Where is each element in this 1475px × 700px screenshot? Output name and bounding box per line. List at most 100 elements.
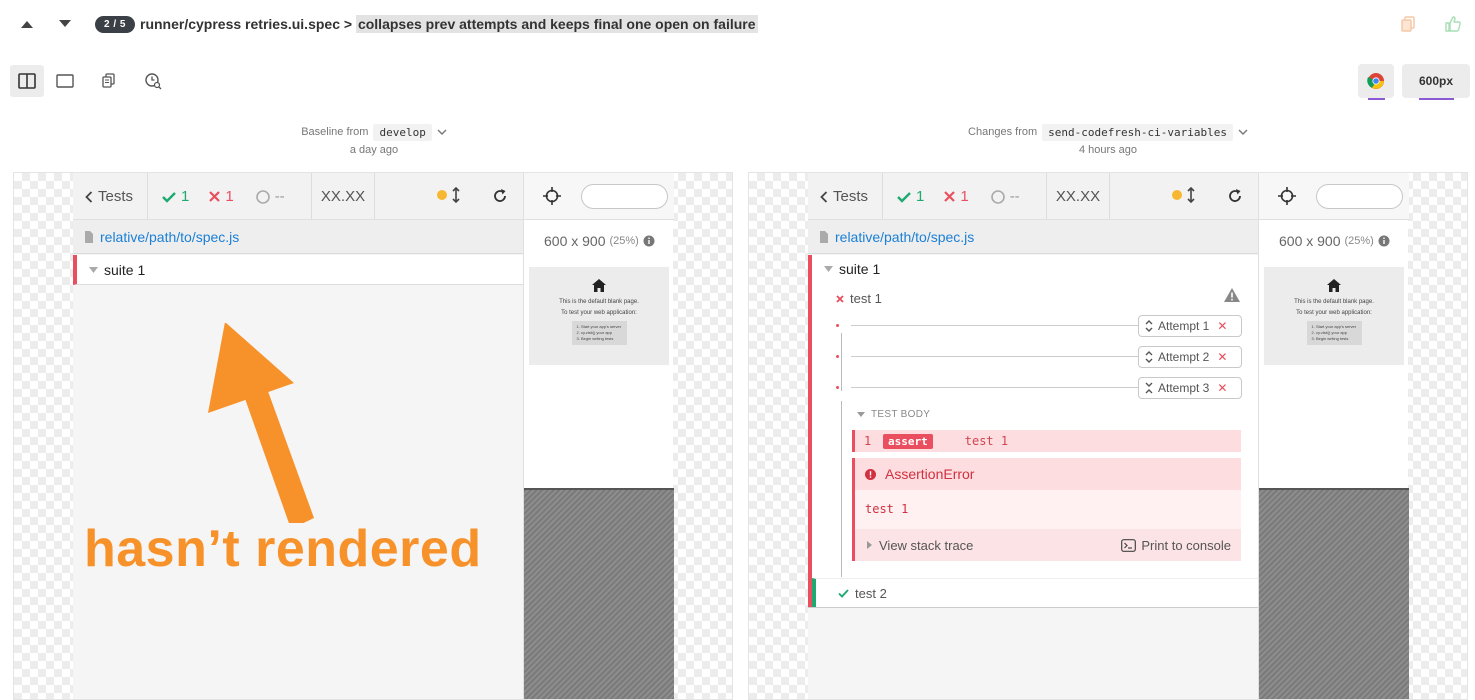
copy-icon[interactable]	[1400, 15, 1418, 33]
suite-divider	[808, 607, 1258, 608]
test-row-passed[interactable]: test 2	[812, 578, 1262, 607]
single-view-button[interactable]	[48, 65, 82, 97]
error-footer: View stack trace Print to console	[855, 529, 1241, 561]
attempt-3-tag[interactable]: Attempt 3 ✕	[1138, 377, 1242, 399]
attempt-1-tag[interactable]: Attempt 1 ✕	[1138, 315, 1242, 337]
test-body-toggle[interactable]: TEST BODY	[857, 409, 930, 420]
test-stats: 1 1 --	[883, 173, 1047, 220]
prev-test-button[interactable]	[16, 14, 38, 34]
duration: XX.XX	[312, 173, 375, 220]
caret-down-icon	[824, 266, 833, 272]
url-input[interactable]	[1316, 184, 1403, 209]
x-icon	[836, 294, 844, 303]
caret-up-icon	[21, 21, 33, 28]
test-title: test 2	[855, 585, 887, 601]
command-name: assert	[883, 433, 933, 449]
check-icon	[162, 191, 176, 203]
runnables: suite 1 test 1 Attempt 1 ✕ Attempt 2 ✕ A…	[808, 255, 1262, 699]
info-icon[interactable]	[643, 235, 655, 247]
collapse-icon	[1145, 382, 1153, 394]
tests-label: Tests	[98, 188, 134, 205]
test-stats: 1 1 --	[148, 173, 312, 220]
chevron-down-icon[interactable]	[437, 128, 447, 136]
x-icon	[209, 191, 221, 202]
failed-count: 1	[944, 188, 969, 205]
terminal-icon	[1121, 538, 1137, 552]
breadcrumb-spec: runner/cypress retries.ui.spec >	[140, 16, 353, 32]
app-preview-header	[524, 173, 674, 220]
top-bar: 2 / 5 runner/cypress retries.ui.spec > c…	[0, 0, 1475, 48]
caret-down-icon	[59, 20, 71, 27]
info-icon[interactable]	[1378, 235, 1390, 247]
reporter: Tests 1 1 -- XX.XX relative/path/to/spec…	[808, 173, 1262, 699]
split-view-button[interactable]	[10, 65, 44, 97]
passed-count: 1	[897, 188, 924, 205]
spec-path-link[interactable]: relative/path/to/spec.js	[808, 220, 1258, 254]
changes-snapshot-panel: Tests 1 1 -- XX.XX relative/path/to/spec…	[748, 172, 1468, 700]
attempt-row: Attempt 2 ✕	[836, 346, 1242, 368]
x-icon	[944, 191, 956, 202]
error-header: AssertionError	[855, 458, 1241, 490]
expand-icon	[1145, 320, 1153, 332]
tests-label: Tests	[833, 188, 869, 205]
suite-row[interactable]: suite 1	[824, 261, 880, 277]
tests-back-button[interactable]: Tests	[808, 173, 883, 220]
suite-row[interactable]: suite 1	[73, 255, 523, 285]
single-view-icon	[56, 74, 74, 88]
caret-down-icon	[857, 412, 865, 417]
error-circle-icon	[865, 468, 876, 480]
annotation-text: hasn’t rendered	[84, 520, 482, 578]
test-row-failed[interactable]: test 1	[836, 291, 882, 306]
auto-scroll-indicator[interactable]	[437, 187, 460, 203]
overlay-view-button[interactable]	[92, 65, 126, 97]
attempt-2-tag[interactable]: Attempt 2 ✕	[1138, 346, 1242, 368]
chrome-icon	[1367, 73, 1384, 89]
browser-select-button[interactable]	[1358, 64, 1394, 98]
view-toolbar: 600px	[0, 62, 1475, 102]
check-icon	[838, 588, 849, 598]
command-row[interactable]: 1 assert test 1	[852, 430, 1241, 452]
layers-icon	[102, 73, 115, 88]
url-input[interactable]	[581, 184, 668, 209]
baseline-branch[interactable]: develop	[373, 123, 432, 141]
viewport-width-button[interactable]: 600px	[1402, 64, 1470, 98]
reload-icon[interactable]	[1227, 188, 1243, 204]
history-view-button[interactable]	[136, 65, 170, 97]
view-stack-trace-toggle[interactable]: View stack trace	[867, 538, 973, 553]
status-dot-icon	[437, 190, 447, 200]
print-to-console-button[interactable]: Print to console	[1121, 538, 1231, 553]
attempt-row: Attempt 3 ✕	[836, 377, 1242, 399]
crosshair-icon[interactable]	[1278, 187, 1296, 205]
command-number: 1	[864, 434, 872, 448]
annotation-arrow-icon	[208, 323, 314, 523]
suite-title: suite 1	[839, 261, 881, 277]
home-icon	[1327, 279, 1341, 292]
auto-scroll-indicator[interactable]	[1172, 187, 1195, 203]
crosshair-icon[interactable]	[543, 187, 561, 205]
suite: suite 1 test 1 Attempt 1 ✕ Attempt 2 ✕ A…	[808, 255, 1262, 607]
pager-badge: 2 / 5	[95, 16, 135, 33]
x-icon: ✕	[1217, 381, 1228, 395]
vertical-arrows-icon	[452, 187, 460, 203]
check-icon	[897, 191, 911, 203]
tests-back-button[interactable]: Tests	[73, 173, 148, 220]
width-active-indicator	[1419, 98, 1454, 100]
caret-down-icon	[89, 266, 98, 273]
blank-page-preview: This is the default blank page. To test …	[529, 267, 669, 365]
pending-circle-icon	[990, 189, 1005, 204]
x-icon: ✕	[1217, 319, 1228, 333]
blank-page-preview: This is the default blank page. To test …	[1264, 267, 1404, 365]
blank-page-steps: 1. Start your app's server 2. cy.visit() …	[1306, 321, 1362, 345]
pending-count: --	[990, 188, 1020, 205]
reload-icon[interactable]	[492, 188, 508, 204]
next-test-button[interactable]	[54, 14, 76, 34]
reporter-header: Tests 1 1 -- XX.XX	[73, 173, 523, 220]
expand-icon	[1145, 351, 1153, 363]
error-panel: AssertionError test 1 View stack trace P…	[852, 458, 1241, 561]
thumbs-up-icon[interactable]	[1444, 15, 1462, 33]
chevron-down-icon[interactable]	[1238, 128, 1248, 136]
app-preview: 600 x 900 (25%) This is the default blank…	[523, 173, 674, 699]
spec-path-link[interactable]: relative/path/to/spec.js	[73, 220, 523, 254]
changes-header: Changes from send-codefresh-ci-variables…	[748, 122, 1468, 156]
changes-branch[interactable]: send-codefresh-ci-variables	[1042, 123, 1233, 141]
